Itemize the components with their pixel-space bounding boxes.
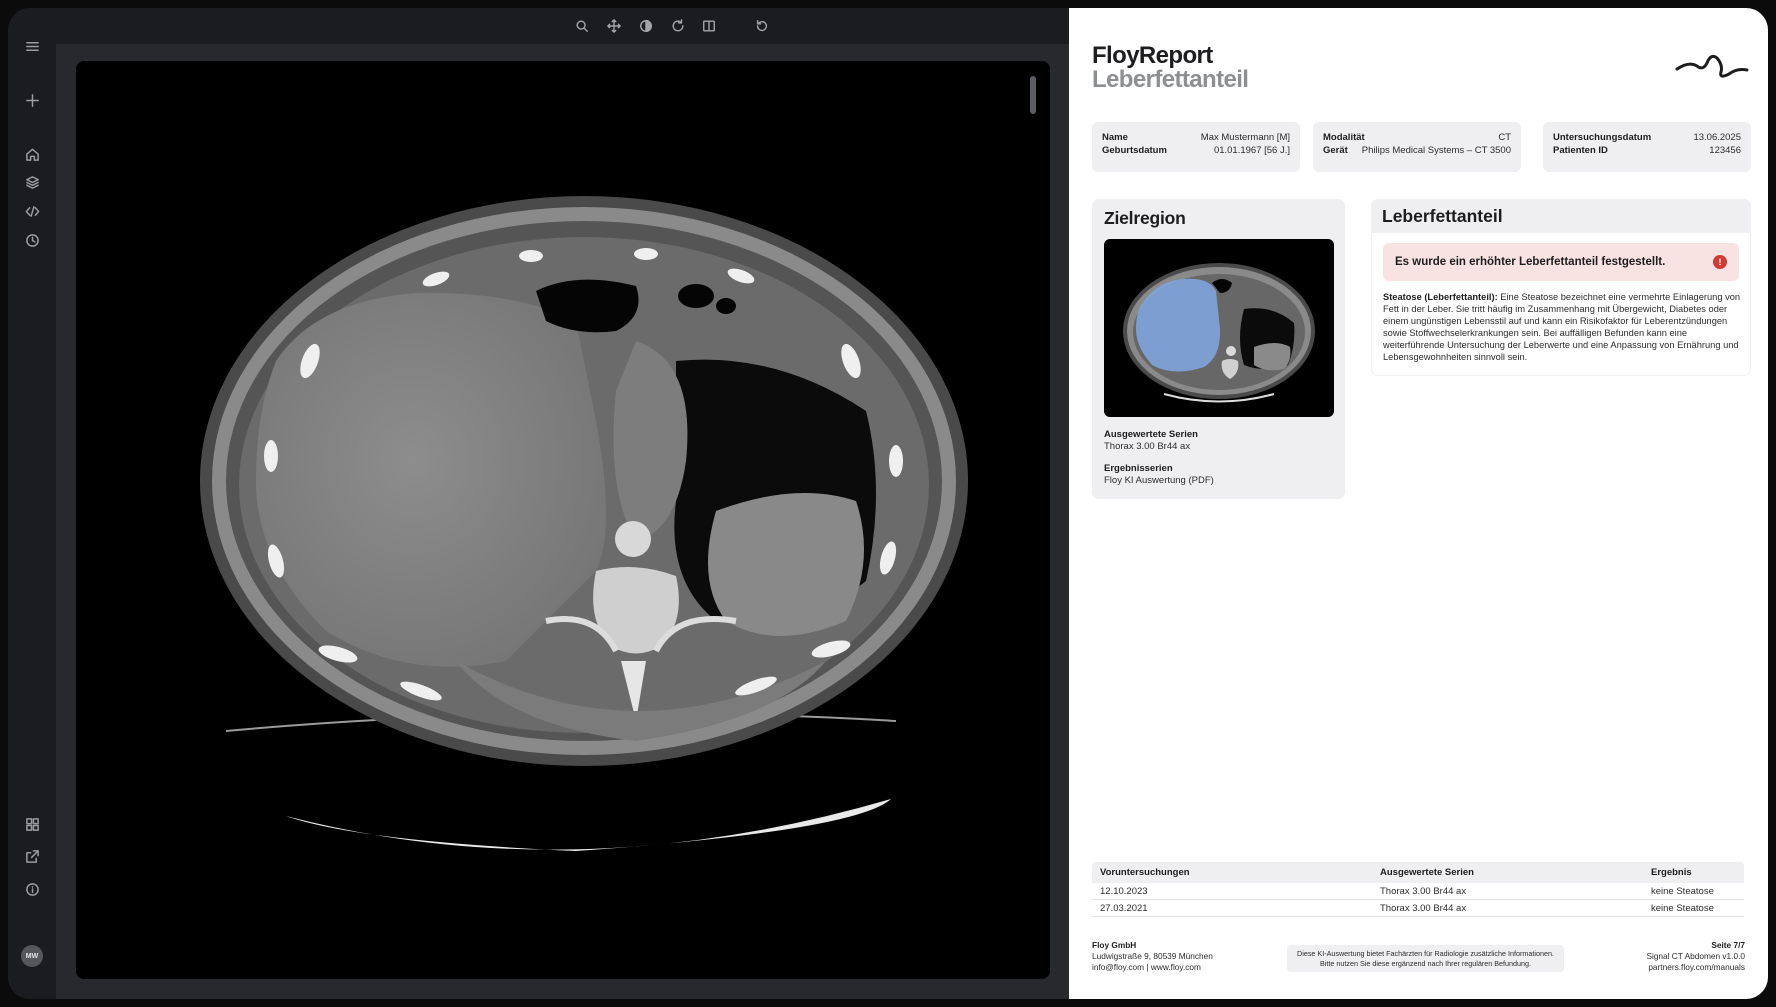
col-prior-studies: Voruntersuchungen: [1100, 867, 1190, 878]
pan-icon[interactable]: [606, 18, 622, 34]
col-evaluated-series: Ausgewertete Serien: [1380, 867, 1474, 878]
finding-panel: Leberfettanteil Es wurde ein erhöhter Le…: [1371, 199, 1751, 376]
history-icon[interactable]: [20, 228, 44, 252]
target-region-thumbnail: [1104, 239, 1334, 417]
patient-id-label: Patienten ID: [1553, 145, 1608, 156]
external-link-icon[interactable]: [20, 844, 44, 868]
prior-studies-table: Voruntersuchungen Ausgewertete Serien Er…: [1092, 862, 1744, 917]
liver-segmentation-image: [1123, 263, 1315, 403]
prior-result: keine Steatose: [1651, 885, 1714, 897]
prior-series: Thorax 3.00 Br44 ax: [1380, 902, 1467, 914]
finding-alert: Es wurde ein erhöhter Leberfettanteil fe…: [1383, 243, 1739, 281]
footer-company: Floy GmbH Ludwigstraße 9, 80539 München …: [1092, 940, 1213, 973]
col-result: Ergebnis: [1651, 867, 1692, 878]
evaluated-series-label: Ausgewertete Serien: [1104, 429, 1198, 440]
alert-icon: !: [1713, 255, 1727, 269]
undo-icon[interactable]: [754, 18, 770, 34]
floy-logo: [1675, 54, 1749, 78]
finding-alert-text: Es wurde ein erhöhter Leberfettanteil fe…: [1395, 256, 1666, 268]
finding-header: Leberfettanteil: [1371, 199, 1751, 233]
patient-id-value: 123456: [1709, 145, 1741, 156]
prior-date: 12.10.2023: [1100, 885, 1148, 897]
device-value: Philips Medical Systems – CT 3500: [1361, 145, 1511, 156]
finding-body: Es wurde ein erhöhter Leberfettanteil fe…: [1371, 233, 1751, 376]
target-region-heading: Zielregion: [1104, 208, 1186, 228]
result-series-value: Floy KI Auswertung (PDF): [1104, 475, 1214, 486]
finding-description: Steatose (Leberfettanteil): Eine Steatos…: [1383, 291, 1741, 363]
ct-scan-image: [200, 196, 968, 851]
ct-image-viewport[interactable]: [76, 61, 1050, 979]
product-version: Signal CT Abdomen v1.0.0: [1646, 951, 1745, 961]
code-icon[interactable]: [20, 199, 44, 223]
dob-value: 01.01.1967 [56 J.]: [1213, 145, 1290, 156]
layers-icon[interactable]: [20, 170, 44, 194]
result-series-label: Ergebnisserien: [1104, 463, 1173, 474]
report-panel: FloyReport Leberfettanteil Name Max Muste…: [1069, 8, 1768, 999]
dob-label: Geburtsdatum: [1102, 145, 1167, 156]
split-view-icon[interactable]: [701, 18, 717, 34]
manuals-link[interactable]: partners.floy.com/manuals: [1646, 962, 1745, 973]
study-info-card: Untersuchungsdatum 13.06.2025 Patienten I…: [1543, 122, 1751, 172]
avatar[interactable]: MW: [21, 945, 43, 967]
report-subtitle: Leberfettanteil: [1092, 66, 1249, 93]
company-contact: info@floy.com | www.floy.com: [1092, 962, 1201, 972]
evaluated-series-value: Thorax 3.00 Br44 ax: [1104, 441, 1191, 452]
info-icon[interactable]: [20, 877, 44, 901]
study-date-label: Untersuchungsdatum: [1553, 132, 1652, 143]
description-term: Steatose (Leberfettanteil):: [1383, 292, 1498, 302]
viewer-scrollbar[interactable]: [1030, 76, 1036, 114]
app-window: MW FloyReport Leberfettanteil Name Max M…: [8, 8, 1768, 999]
report-title: FloyReport: [1092, 42, 1213, 69]
study-date-value: 13.06.2025: [1693, 132, 1741, 143]
table-row: 12.10.2023 Thorax 3.00 Br44 ax keine Ste…: [1092, 883, 1744, 900]
menu-icon[interactable]: [20, 34, 44, 58]
prior-result: keine Steatose: [1651, 902, 1714, 914]
disclaimer-box: Diese KI-Auswertung bietet Fachärzten fü…: [1287, 945, 1564, 972]
name-value: Max Mustermann [M]: [1200, 132, 1290, 143]
prior-series: Thorax 3.00 Br44 ax: [1380, 885, 1467, 897]
modality-value: CT: [1498, 132, 1511, 143]
prior-studies-header: Voruntersuchungen Ausgewertete Serien Er…: [1092, 862, 1744, 883]
description-text: Eine Steatose bezeichnet eine vermehrte …: [1383, 292, 1741, 362]
search-icon[interactable]: [574, 18, 590, 34]
company-name: Floy GmbH: [1092, 940, 1137, 950]
device-info-card: Modalität CT Gerät Philips Medical Systems…: [1313, 122, 1521, 172]
prior-date: 27.03.2021: [1100, 902, 1148, 914]
footer-meta: Seite 7/7 Signal CT Abdomen v1.0.0 partn…: [1646, 940, 1745, 973]
finding-heading: Leberfettanteil: [1382, 206, 1503, 226]
name-label: Name: [1102, 132, 1128, 143]
grid-icon[interactable]: [20, 812, 44, 836]
home-icon[interactable]: [20, 142, 44, 166]
sidebar: MW: [8, 8, 56, 999]
contrast-icon[interactable]: [638, 18, 654, 34]
viewer-area: [56, 44, 1069, 999]
page-number: Seite 7/7: [1711, 940, 1745, 950]
device-label: Gerät: [1323, 145, 1348, 156]
disclaimer-line-2: Bitte nutzen Sie diese ergänzend nach Ih…: [1320, 958, 1531, 968]
rotate-icon[interactable]: [670, 18, 686, 34]
company-address: Ludwigstraße 9, 80539 München: [1092, 951, 1213, 961]
modality-label: Modalität: [1323, 132, 1365, 143]
target-region-panel: Zielregion Ausgewertete Serien Thorax 3.…: [1092, 199, 1345, 499]
viewer-toolbar: [56, 8, 1069, 44]
plus-icon[interactable]: [20, 88, 44, 112]
patient-info-card: Name Max Mustermann [M] Geburtsdatum 01.01…: [1092, 122, 1300, 172]
table-row: 27.03.2021 Thorax 3.00 Br44 ax keine Ste…: [1092, 900, 1744, 917]
disclaimer-line-1: Diese KI-Auswertung bietet Fachärzten fü…: [1297, 949, 1554, 958]
